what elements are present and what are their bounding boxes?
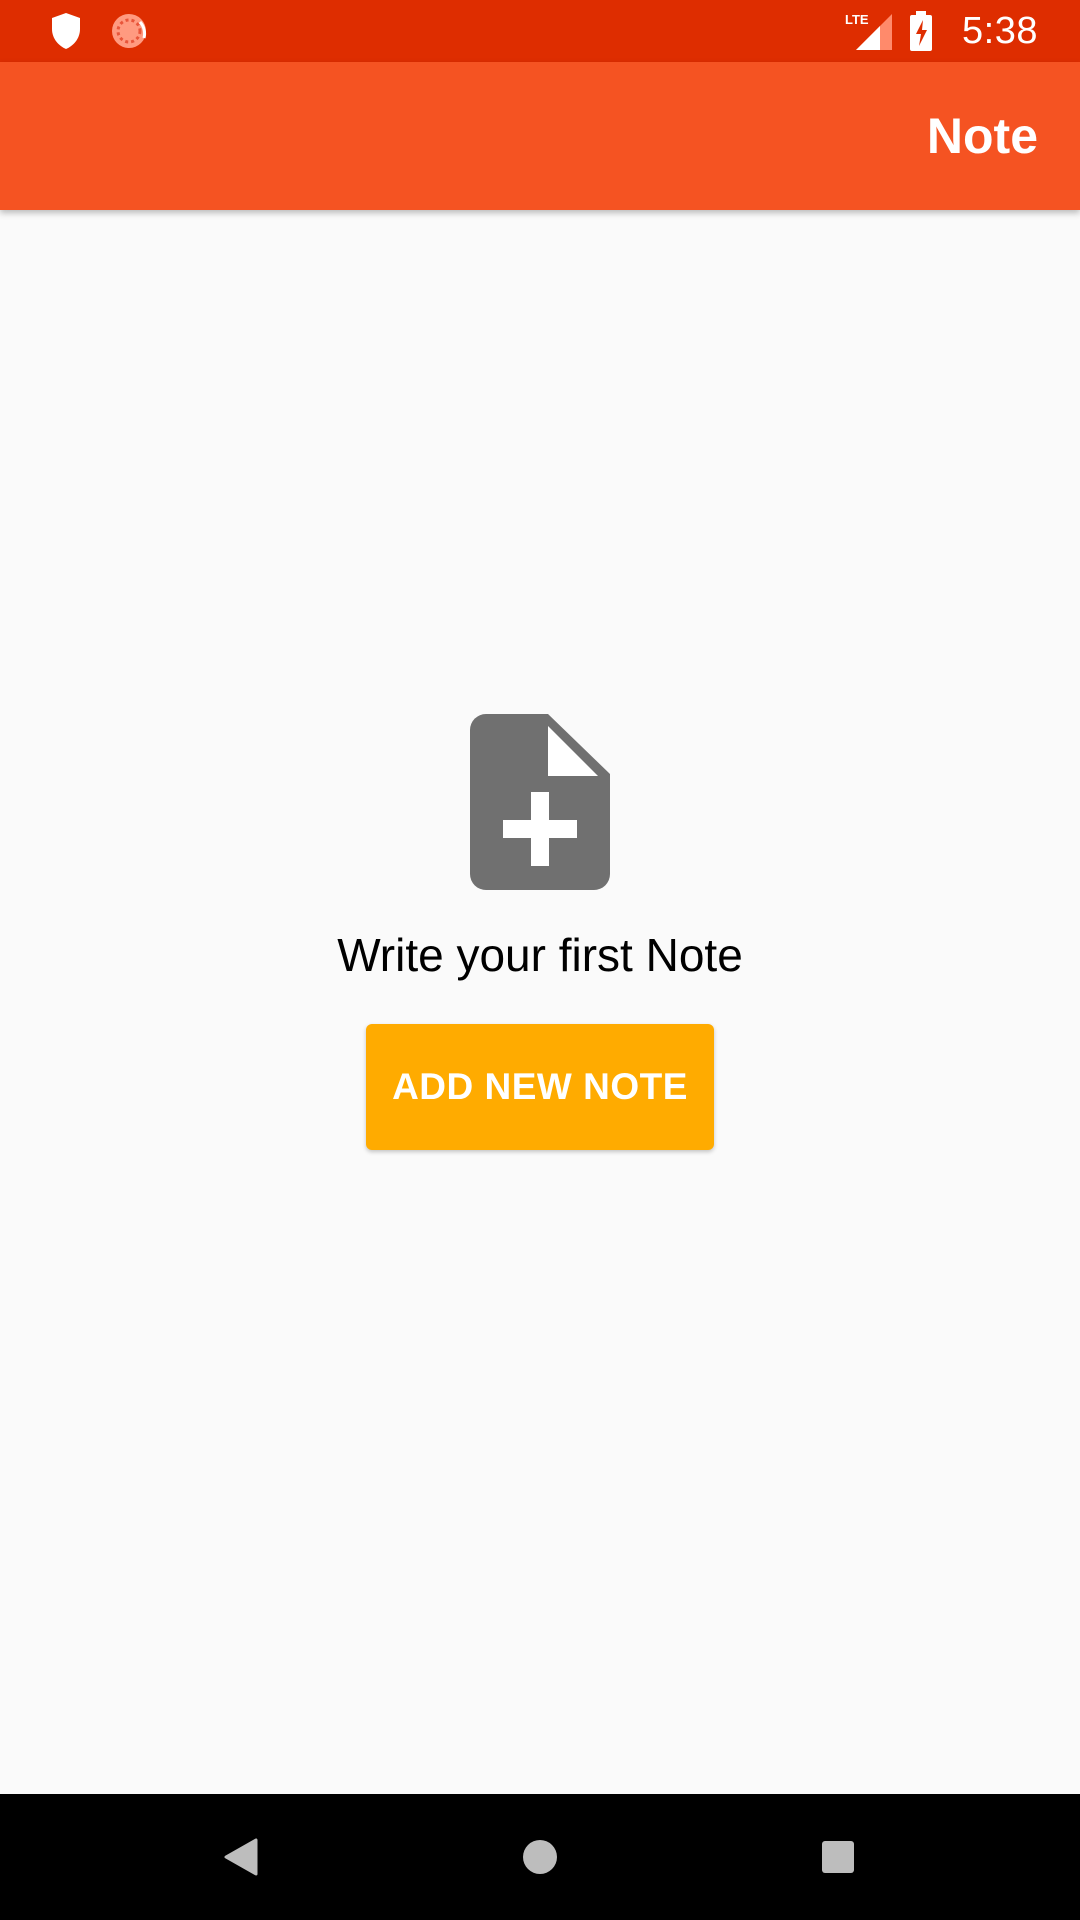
add-new-note-button[interactable]: ADD NEW NOTE — [366, 1024, 714, 1150]
note-add-icon — [470, 714, 610, 890]
shield-icon — [50, 12, 82, 50]
back-button[interactable] — [178, 1794, 304, 1920]
empty-state-message: Write your first Note — [337, 929, 743, 981]
status-left-icons — [50, 12, 148, 50]
sync-icon — [110, 12, 148, 50]
home-icon — [522, 1839, 558, 1875]
back-icon — [223, 1838, 259, 1876]
app-title: Note — [926, 108, 1038, 164]
battery-charging-icon — [908, 10, 934, 52]
main-content: Write your first Note ADD NEW NOTE — [0, 210, 1080, 1794]
network-type-label: LTE — [845, 12, 869, 27]
lte-signal-icon: LTE — [844, 10, 894, 52]
status-bar: LTE 5:38 — [0, 0, 1080, 62]
home-button[interactable] — [477, 1794, 603, 1920]
status-time: 5:38 — [962, 9, 1038, 52]
note-app-screen: LTE 5:38 Note Write your first Note ADD … — [0, 0, 1080, 1920]
app-bar: Note — [0, 62, 1080, 210]
navigation-bar — [0, 1794, 1080, 1920]
recents-button[interactable] — [775, 1794, 901, 1920]
empty-state: Write your first Note ADD NEW NOTE — [0, 714, 1080, 1150]
recents-icon — [821, 1840, 855, 1874]
status-right-icons: LTE 5:38 — [844, 8, 1038, 54]
